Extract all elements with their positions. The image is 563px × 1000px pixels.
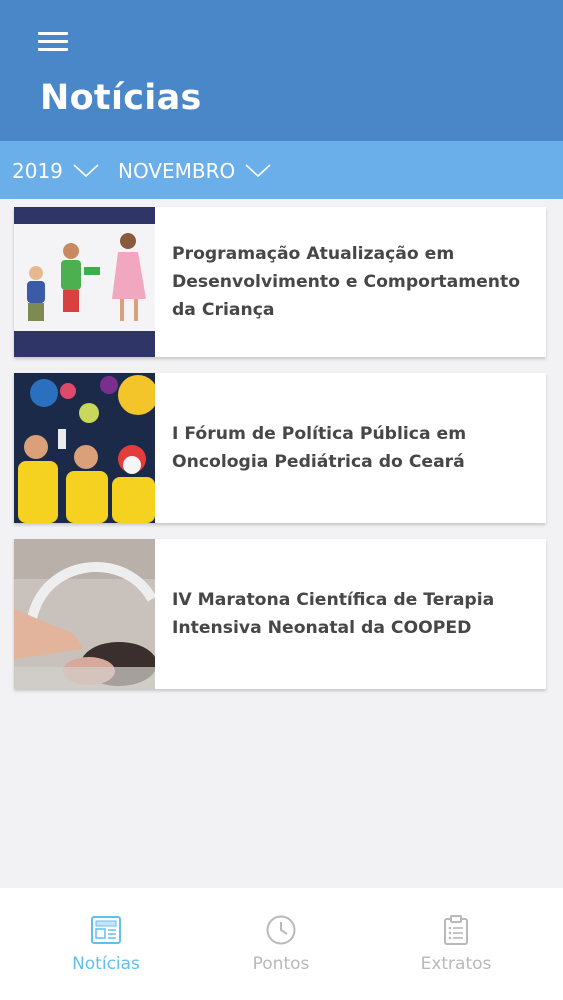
nav-label: Extratos <box>420 954 492 974</box>
news-thumbnail <box>14 539 155 689</box>
news-title: Programação Atualização em Desenvolvimen… <box>172 244 521 320</box>
news-thumbnail <box>14 373 155 523</box>
news-title: IV Maratona Científica de Terapia Intens… <box>172 590 495 638</box>
nav-tab-extratos[interactable]: Extratos <box>362 888 550 1000</box>
news-thumbnail <box>14 207 155 357</box>
news-title: I Fórum de Política Pública em Oncologia… <box>172 424 467 472</box>
news-card[interactable]: IV Maratona Científica de Terapia Intens… <box>14 539 546 689</box>
nav-label: Notícias <box>72 954 140 974</box>
menu-icon[interactable] <box>38 28 72 54</box>
month-filter-label: NOVEMBRO <box>118 159 236 183</box>
news-card[interactable]: I Fórum de Política Pública em Oncologia… <box>14 373 546 523</box>
year-filter[interactable]: 2019 <box>12 159 99 183</box>
chevron-down-icon <box>73 164 99 178</box>
app-header: Notícias <box>0 0 563 141</box>
filter-bar: 2019 NOVEMBRO <box>0 141 563 199</box>
clock-icon <box>266 915 296 945</box>
year-filter-label: 2019 <box>12 159 63 183</box>
chevron-down-icon <box>245 164 271 178</box>
bottom-navigation: Notícias Pontos Extratos <box>0 888 563 1000</box>
month-filter[interactable]: NOVEMBRO <box>118 159 271 183</box>
nav-tab-pontos[interactable]: Pontos <box>187 888 375 1000</box>
newspaper-icon <box>91 916 121 944</box>
page-title: Notícias <box>40 78 202 118</box>
nav-tab-noticias[interactable]: Notícias <box>12 888 200 1000</box>
clipboard-list-icon <box>444 915 468 945</box>
news-card[interactable]: Programação Atualização em Desenvolvimen… <box>14 207 546 357</box>
nav-label: Pontos <box>252 954 310 974</box>
